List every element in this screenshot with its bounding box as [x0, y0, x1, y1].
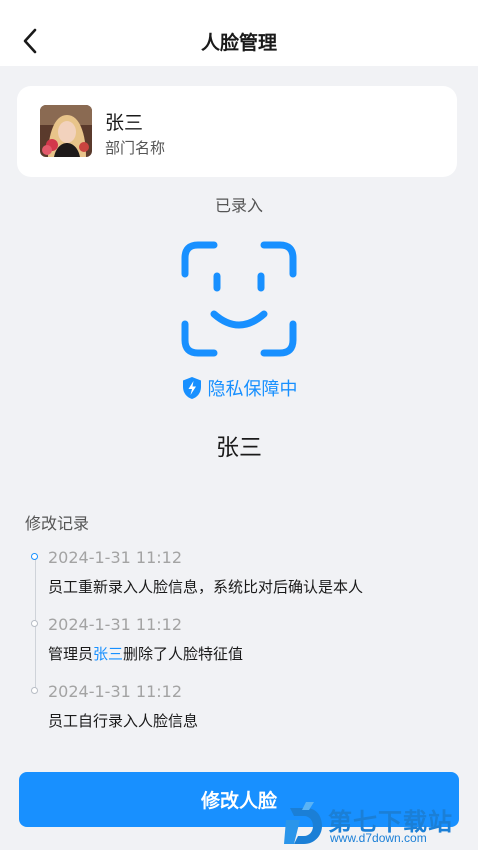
watermark: 第七下载站 www.d7down.com	[284, 800, 478, 850]
user-department: 部门名称	[105, 139, 166, 157]
avatar	[40, 105, 92, 157]
site-logo-icon	[284, 802, 322, 844]
face-id-icon	[181, 241, 297, 357]
timeline-dot	[31, 620, 38, 627]
record-text: 删除了人脸特征值	[123, 645, 244, 663]
admin-name-link[interactable]: 张三	[93, 645, 123, 663]
timeline-dot	[31, 553, 38, 560]
page-title: 人脸管理	[200, 32, 277, 54]
record-description: 员工重新录入人脸信息，系统比对后确认是本人	[48, 578, 364, 596]
privacy-label: 隐私保障中	[207, 379, 298, 400]
record-time: 2024-1-31 11:12	[48, 682, 182, 701]
record-text: 管理员	[48, 645, 94, 663]
nav-bar: 人脸管理	[0, 0, 478, 66]
user-name: 张三	[105, 112, 144, 134]
shield-lightning-icon	[182, 377, 201, 399]
user-card: 张三 部门名称	[17, 86, 457, 177]
face-owner-name: 张三	[216, 435, 262, 461]
watermark-url: www.d7down.com	[330, 831, 427, 845]
privacy-indicator: 隐私保障中	[0, 375, 478, 401]
record-description: 管理员张三删除了人脸特征值	[48, 643, 243, 664]
enrollment-status: 已录入	[214, 196, 263, 215]
record-time: 2024-1-31 11:12	[48, 548, 182, 567]
record-time: 2024-1-31 11:12	[48, 615, 182, 634]
timeline-dot	[31, 687, 38, 694]
record-description: 员工自行录入人脸信息	[48, 712, 199, 730]
history-title: 修改记录	[25, 514, 90, 533]
